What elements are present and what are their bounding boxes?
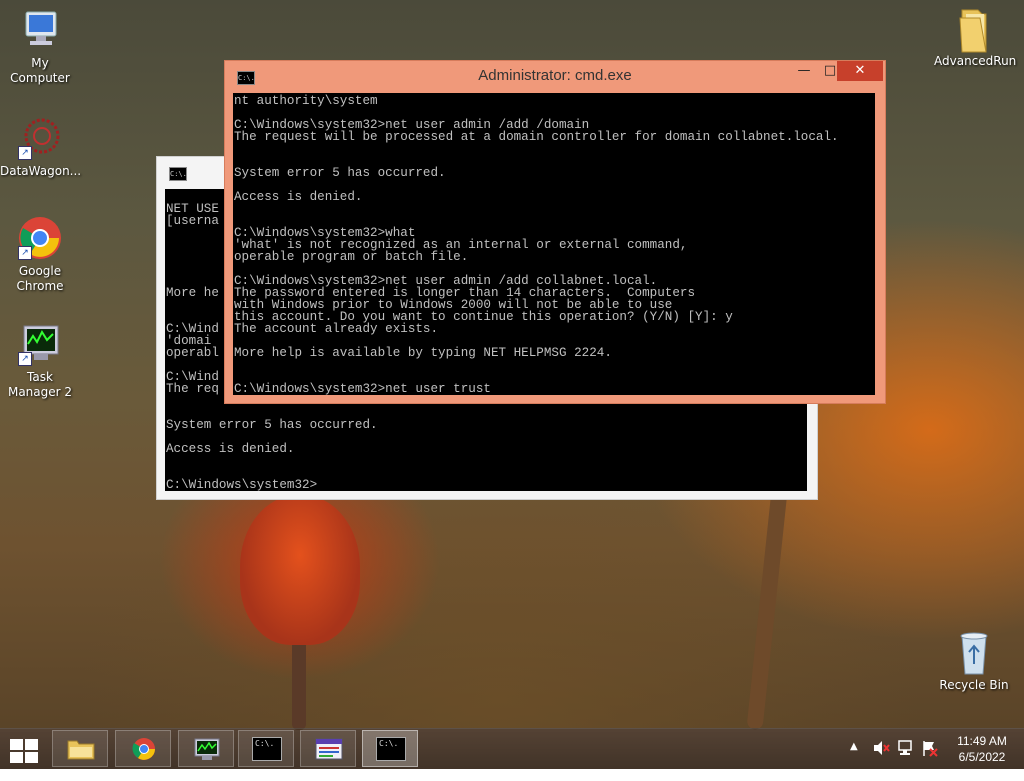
datawagon-icon: ↗ [18,116,62,160]
desktop-icon-label: DataWagon... [0,164,82,178]
desktop-icon-label: Recycle Bin [939,678,1009,692]
desktop-icon-advancedrun[interactable]: AdvancedRun [934,6,1017,69]
taskbar-button-cmd-1[interactable]: C:\. [238,730,294,767]
show-hidden-icons-button[interactable]: ▲ [850,741,858,781]
close-button[interactable]: ✕ [837,61,883,81]
wallpaper-stem [746,469,790,731]
console-output: nt authority\system C:\Windows\system32>… [234,94,839,395]
recycle-bin-icon [952,630,996,675]
task-manager-icon: ↗ [18,322,62,366]
network-icon[interactable] [897,739,915,779]
action-center-flag-icon[interactable] [921,739,939,779]
desktop-icon-label: AdvancedRun [934,54,1017,68]
cmd-window-administrator[interactable]: C:\. Administrator: cmd.exe — □ ✕ nt aut… [224,60,886,404]
shortcut-arrow-icon: ↗ [18,352,32,366]
shortcut-arrow-icon: ↗ [18,146,32,160]
clock-date: 6/5/2022 [958,750,1006,764]
desktop-icon-task-manager[interactable]: ↗ Task Manager 2 [0,322,80,400]
folder-icon [952,6,996,53]
wallpaper-tulip [240,495,360,645]
desktop-icon-google-chrome[interactable]: ↗ Google Chrome [0,216,80,294]
taskbar-button-app-window[interactable] [300,730,356,767]
desktop-icon-label: My Computer [10,56,70,85]
taskbar-button-cmd-2[interactable]: C:\. [362,730,418,767]
cmd-icon: C:\. [252,737,282,761]
desktop-icon-datawagon[interactable]: ↗ DataWagon... [0,116,82,179]
desktop-icon-my-computer[interactable]: My Computer [0,8,80,86]
desktop-icon-recycle-bin[interactable]: Recycle Bin [934,630,1014,693]
clock-time: 11:49 AM [957,734,1007,748]
shortcut-arrow-icon: ↗ [18,246,32,260]
window-title: Administrator: cmd.exe [478,67,632,84]
chrome-icon [132,738,155,760]
desktop-icon-label: Google Chrome [16,264,64,293]
folder-icon [67,740,95,760]
taskbar-button-file-explorer[interactable] [52,730,108,767]
chrome-icon: ↗ [18,216,62,260]
start-button[interactable] [8,737,40,763]
cmd-icon: C:\. [376,737,406,761]
task-manager-icon [194,738,220,760]
volume-muted-icon[interactable] [872,739,890,779]
cmd-icon: C:\. [169,167,187,181]
desktop-icon-label: Task Manager 2 [7,370,73,399]
desktop-background: My Computer ↗ DataWagon... ↗ Google Chro… [0,0,1024,731]
computer-icon [18,8,62,52]
taskbar-button-task-manager[interactable] [178,730,234,767]
console-area[interactable]: nt authority\system C:\Windows\system32>… [233,93,875,395]
system-clock[interactable]: 11:49 AM 6/5/2022 [944,733,1020,765]
app-window-icon [315,738,343,760]
taskbar-button-chrome[interactable] [115,730,171,767]
minimize-button[interactable]: — [791,61,817,81]
taskbar: C:\. C:\. ▲ 11:49 AM 6/5/2022 [0,728,1024,769]
